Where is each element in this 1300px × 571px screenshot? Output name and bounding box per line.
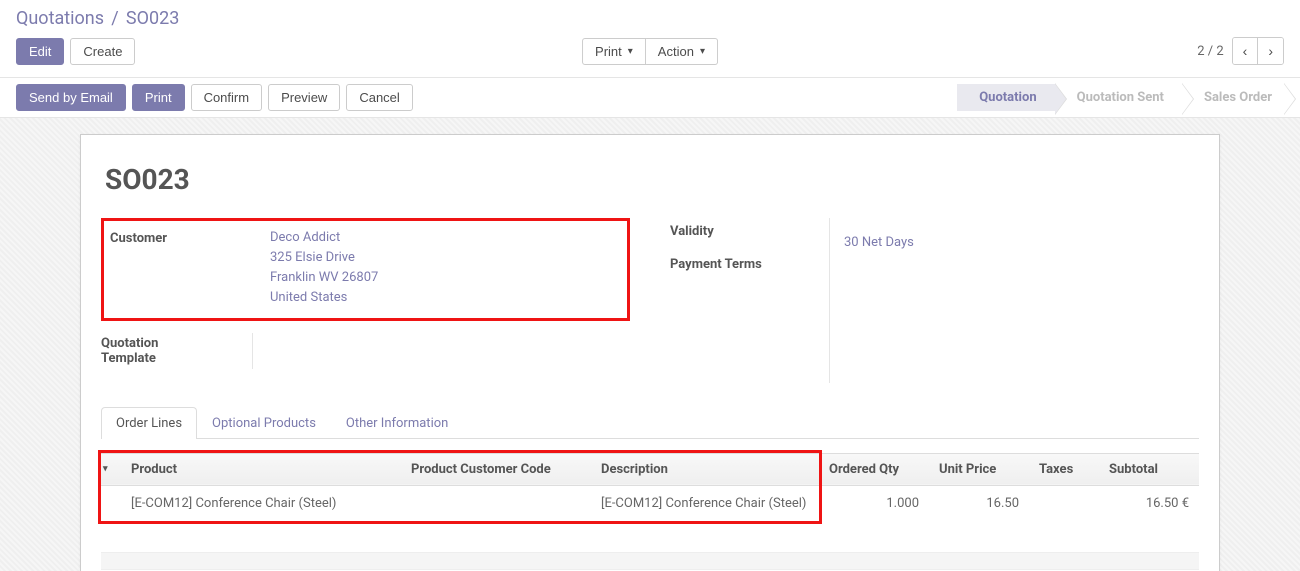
tab-order-lines[interactable]: Order Lines [101, 407, 197, 439]
quotation-template-value[interactable] [265, 333, 630, 369]
cancel-button[interactable]: Cancel [346, 84, 412, 111]
customer-label: Customer [110, 228, 270, 309]
chevron-right-icon: › [1268, 43, 1273, 59]
form-sheet: SO023 Customer Deco Addict 325 Elsie Dri… [80, 134, 1220, 571]
breadcrumb-separator: / [111, 8, 118, 29]
caret-down-icon: ▾ [628, 46, 633, 57]
cell-price: 16.50 [929, 485, 1029, 521]
page-title: SO023 [105, 163, 1199, 196]
chevron-left-icon: ‹ [1243, 43, 1248, 59]
action-dropdown-label: Action [658, 44, 694, 59]
table-row[interactable]: [E-COM12] Conference Chair (Steel) [E-CO… [101, 485, 1199, 521]
customer-city: Franklin WV 26807 [270, 268, 619, 288]
status-step-quotation[interactable]: Quotation [957, 84, 1054, 111]
customer-country: United States [270, 288, 619, 308]
print-dropdown[interactable]: Print ▾ [582, 38, 646, 65]
breadcrumb-root-link[interactable]: Quotations [16, 8, 104, 29]
col-description[interactable]: Description [591, 453, 819, 485]
cell-code [401, 485, 591, 521]
col-subtotal[interactable]: Subtotal [1099, 453, 1199, 485]
validity-label: Validity [670, 221, 714, 242]
customer-name: Deco Addict [270, 228, 619, 248]
control-bar: Edit Create Print ▾ Action ▾ 2 / 2 ‹ [0, 33, 1300, 77]
dropdown-toggle-icon[interactable]: ▾ [101, 453, 121, 485]
pager-prev-button[interactable]: ‹ [1233, 38, 1259, 64]
col-product[interactable]: Product [121, 453, 401, 485]
send-by-email-button[interactable]: Send by Email [16, 84, 126, 111]
caret-down-icon: ▾ [700, 46, 705, 57]
customer-value[interactable]: Deco Addict 325 Elsie Drive Franklin WV … [270, 228, 619, 309]
col-taxes[interactable]: Taxes [1029, 453, 1099, 485]
cell-product: [E-COM12] Conference Chair (Steel) [121, 485, 401, 521]
create-button[interactable]: Create [70, 38, 135, 65]
tab-optional-products[interactable]: Optional Products [197, 407, 331, 439]
customer-highlight-box: Customer Deco Addict 325 Elsie Drive Fra… [101, 218, 630, 321]
pager-next-button[interactable]: › [1258, 38, 1283, 64]
cell-taxes [1029, 485, 1099, 521]
summary-band [101, 552, 1199, 570]
breadcrumb-current: SO023 [126, 8, 179, 29]
status-step-quotation-sent[interactable]: Quotation Sent [1055, 84, 1182, 111]
edit-button[interactable]: Edit [16, 38, 64, 65]
tab-other-information[interactable]: Other Information [331, 407, 463, 439]
pager-count: 2 / 2 [1197, 44, 1223, 59]
order-lines-panel: ▾ Product Product Customer Code Descript… [101, 453, 1199, 522]
customer-street: 325 Elsie Drive [270, 248, 619, 268]
print-dropdown-label: Print [595, 44, 622, 59]
col-product-customer-code[interactable]: Product Customer Code [401, 453, 591, 485]
tabs: Order Lines Optional Products Other Info… [101, 407, 1199, 439]
order-lines-header-row: ▾ Product Product Customer Code Descript… [101, 453, 1199, 485]
payment-terms-value[interactable]: 30 Net Days [844, 233, 1199, 253]
col-ordered-qty[interactable]: Ordered Qty [819, 453, 929, 485]
preview-button[interactable]: Preview [268, 84, 340, 111]
confirm-button[interactable]: Confirm [191, 84, 263, 111]
cell-subtotal: 16.50 € [1099, 485, 1199, 521]
action-dropdown[interactable]: Action ▾ [646, 38, 718, 65]
status-step-sales-order[interactable]: Sales Order [1182, 84, 1284, 111]
quotation-template-label: Quotation Template [101, 333, 253, 369]
col-unit-price[interactable]: Unit Price [929, 453, 1029, 485]
breadcrumb: Quotations / SO023 [0, 0, 1300, 33]
status-bar: Send by Email Print Confirm Preview Canc… [0, 77, 1300, 118]
cell-qty: 1.000 [819, 485, 929, 521]
print-button[interactable]: Print [132, 84, 185, 111]
payment-terms-label: Payment Terms [670, 254, 762, 275]
cell-description: [E-COM12] Conference Chair (Steel) [591, 485, 819, 521]
